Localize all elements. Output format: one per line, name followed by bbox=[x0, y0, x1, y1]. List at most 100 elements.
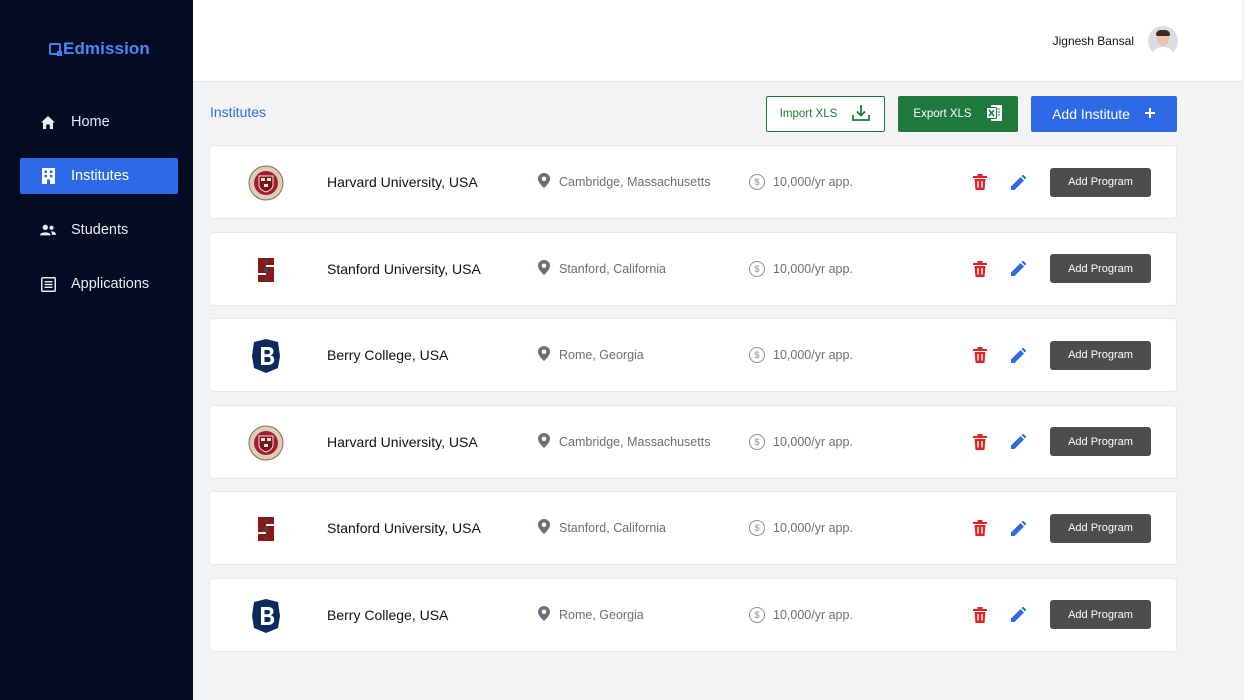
dollar-icon: $ bbox=[749, 433, 765, 450]
import-label: Import XLS bbox=[779, 108, 838, 120]
add-program-button[interactable]: Add Program bbox=[1050, 427, 1151, 457]
location-text: Stanford, California bbox=[559, 521, 667, 536]
dollar-icon: $ bbox=[749, 347, 765, 364]
edit-icon[interactable] bbox=[1011, 347, 1027, 363]
delete-icon[interactable] bbox=[973, 433, 987, 450]
institute-row: Berry College, USA Rome, Georgia $ 10,00… bbox=[209, 577, 1177, 652]
add-program-button[interactable]: Add Program bbox=[1050, 167, 1151, 197]
location-pin-icon bbox=[538, 346, 550, 364]
avatar[interactable] bbox=[1148, 26, 1178, 56]
institute-fee: $ 10,000/yr app. bbox=[749, 347, 853, 364]
institute-location: Cambridge, Massachusetts bbox=[538, 173, 710, 191]
institute-location: Rome, Georgia bbox=[538, 346, 644, 364]
edit-icon[interactable] bbox=[1011, 260, 1027, 277]
sidebar-item-home[interactable]: Home bbox=[20, 104, 178, 140]
list-icon bbox=[40, 276, 56, 292]
edit-icon[interactable] bbox=[1011, 606, 1027, 623]
stanford-logo bbox=[247, 511, 285, 547]
sidebar-nav: Home Institutes Students Applications bbox=[20, 104, 178, 302]
add-program-button[interactable]: Add Program bbox=[1050, 340, 1151, 370]
edit-icon[interactable] bbox=[1011, 433, 1027, 450]
fee-text: 10,000/yr app. bbox=[773, 175, 853, 189]
institute-fee: $ 10,000/yr app. bbox=[749, 174, 853, 190]
sidebar-item-institutes[interactable]: Institutes bbox=[20, 158, 178, 194]
add-program-button[interactable]: Add Program bbox=[1050, 513, 1151, 543]
institute-fee: $ 10,000/yr app. bbox=[749, 433, 853, 450]
location-text: Cambridge, Massachusetts bbox=[559, 175, 711, 189]
sidebar-item-label: Students bbox=[71, 222, 129, 238]
fee-text: 10,000/yr app. bbox=[773, 607, 853, 622]
building-icon bbox=[40, 168, 56, 184]
add-program-button[interactable]: Add Program bbox=[1050, 254, 1151, 284]
sidebar-item-label: Institutes bbox=[71, 168, 130, 184]
berry-logo bbox=[247, 598, 285, 634]
fee-text: 10,000/yr app. bbox=[773, 434, 853, 449]
export-label: Export XLS bbox=[913, 108, 972, 120]
institute-name[interactable]: Harvard University, USA bbox=[327, 174, 478, 190]
fee-text: 10,000/yr app. bbox=[773, 521, 853, 536]
location-text: Rome, Georgia bbox=[559, 607, 644, 622]
institute-name[interactable]: Harvard University, USA bbox=[327, 434, 478, 450]
plus-icon bbox=[1144, 106, 1156, 122]
berry-logo bbox=[247, 338, 285, 374]
institute-name[interactable]: Stanford University, USA bbox=[327, 261, 481, 277]
edit-icon[interactable] bbox=[1011, 520, 1027, 536]
location-pin-icon bbox=[538, 173, 550, 191]
sidebar-item-label: Home bbox=[71, 114, 110, 130]
delete-icon[interactable] bbox=[973, 520, 987, 537]
institute-name[interactable]: Berry College, USA bbox=[327, 347, 448, 363]
download-icon bbox=[851, 103, 871, 126]
sidebar-item-label: Applications bbox=[71, 276, 150, 292]
institute-row: Berry College, USA Rome, Georgia $ 10,00… bbox=[209, 318, 1177, 393]
institute-name[interactable]: Stanford University, USA bbox=[327, 520, 481, 536]
institute-row: Harvard University, USA Cambridge, Massa… bbox=[209, 145, 1177, 219]
institute-list: Harvard University, USA Cambridge, Massa… bbox=[209, 145, 1177, 652]
fee-text: 10,000/yr app. bbox=[773, 261, 853, 276]
location-pin-icon bbox=[538, 519, 550, 537]
delete-icon[interactable] bbox=[973, 174, 987, 190]
institute-row: Stanford University, USA Stanford, Calif… bbox=[209, 491, 1177, 566]
sidebar-item-students[interactable]: Students bbox=[20, 212, 178, 248]
edit-icon[interactable] bbox=[1011, 174, 1027, 190]
dollar-icon: $ bbox=[749, 520, 765, 537]
delete-icon[interactable] bbox=[973, 606, 987, 623]
sidebar-item-applications[interactable]: Applications bbox=[20, 266, 178, 302]
brand-mark-icon bbox=[49, 43, 62, 56]
location-text: Stanford, California bbox=[559, 261, 667, 276]
home-icon bbox=[40, 114, 56, 130]
excel-icon bbox=[985, 104, 1003, 125]
user-name: Jignesh Bansal bbox=[1052, 34, 1134, 48]
add-institute-label: Add Institute bbox=[1052, 106, 1130, 122]
harvard-logo bbox=[247, 425, 285, 461]
import-xls-button[interactable]: Import XLS bbox=[766, 96, 885, 132]
brand-logo[interactable]: Edmission bbox=[49, 39, 150, 59]
location-pin-icon bbox=[538, 605, 550, 624]
dollar-icon: $ bbox=[749, 174, 765, 190]
institute-fee: $ 10,000/yr app. bbox=[749, 520, 853, 537]
dollar-icon: $ bbox=[749, 260, 765, 277]
institute-location: Rome, Georgia bbox=[538, 605, 644, 624]
users-icon bbox=[40, 222, 56, 238]
user-menu[interactable]: Jignesh Bansal bbox=[1053, 26, 1178, 56]
institute-location: Stanford, California bbox=[538, 519, 666, 537]
institute-name[interactable]: Berry College, USA bbox=[327, 607, 448, 623]
fee-text: 10,000/yr app. bbox=[773, 348, 853, 363]
sidebar: Edmission Home Institutes Students Appli… bbox=[0, 0, 193, 700]
delete-icon[interactable] bbox=[973, 260, 987, 277]
add-institute-button[interactable]: Add Institute bbox=[1031, 96, 1177, 132]
add-program-button[interactable]: Add Program bbox=[1050, 600, 1151, 630]
delete-icon[interactable] bbox=[973, 347, 987, 364]
harvard-logo bbox=[247, 165, 285, 201]
institute-location: Stanford, California bbox=[538, 259, 667, 278]
export-xls-button[interactable]: Export XLS bbox=[898, 96, 1018, 132]
brand-name: Edmission bbox=[63, 39, 150, 58]
location-text: Cambridge, Massachusetts bbox=[559, 434, 711, 449]
location-text: Rome, Georgia bbox=[559, 348, 644, 363]
dollar-icon: $ bbox=[749, 606, 765, 623]
institute-fee: $ 10,000/yr app. bbox=[749, 606, 853, 623]
institute-row: Harvard University, USA Cambridge, Massa… bbox=[209, 404, 1177, 479]
location-pin-icon bbox=[538, 432, 550, 451]
page-title: Institutes bbox=[210, 104, 267, 120]
top-header: Jignesh Bansal bbox=[193, 0, 1242, 82]
location-pin-icon bbox=[538, 259, 550, 278]
